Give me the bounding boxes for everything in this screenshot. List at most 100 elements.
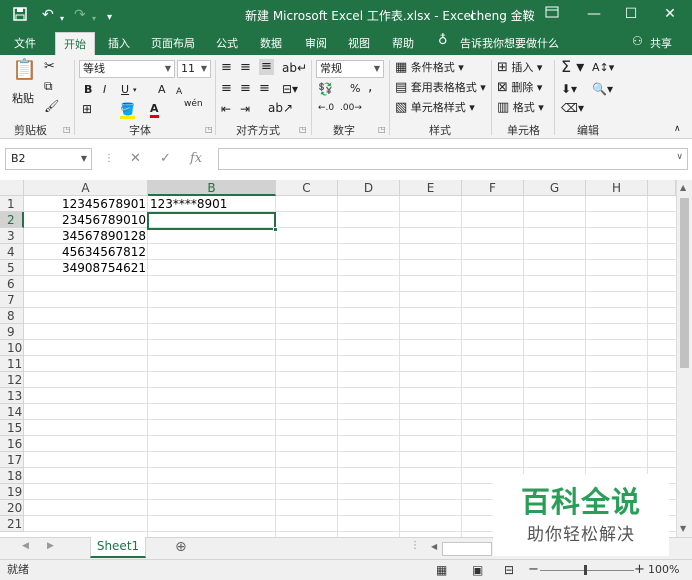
formula-input[interactable]: ∨ — [218, 148, 688, 170]
format-painter-icon[interactable]: 🖌 — [44, 98, 59, 114]
sheet-tab-sheet1[interactable]: Sheet1 — [90, 537, 146, 558]
clipboard-launcher-icon[interactable]: ◳ — [63, 125, 71, 134]
tab-formulas[interactable]: 公式 — [216, 35, 238, 51]
row-header-5[interactable]: 5 — [0, 260, 24, 276]
align-bottom-icon[interactable]: ≡ — [259, 59, 274, 75]
row-header-2[interactable]: 2 — [0, 212, 24, 228]
font-color-button[interactable]: A — [150, 101, 159, 118]
row-header-3[interactable]: 3 — [0, 228, 24, 244]
zoom-slider-thumb[interactable] — [584, 565, 587, 575]
zoom-slider[interactable] — [540, 570, 634, 571]
merge-center-icon[interactable]: ⊟▾ — [282, 81, 298, 97]
insert-cells-button[interactable]: ⊞ 插入 ▾ — [497, 60, 542, 76]
column-header-d[interactable]: D — [338, 180, 400, 196]
close-icon[interactable]: ✕ — [656, 4, 684, 24]
row-header-1[interactable]: 1 — [0, 196, 24, 212]
align-right-icon[interactable]: ≡ — [259, 81, 270, 97]
row-header-8[interactable]: 8 — [0, 308, 24, 324]
row-header-9[interactable]: 9 — [0, 324, 24, 340]
row-header-14[interactable]: 14 — [0, 404, 24, 420]
find-select-icon[interactable]: 🔍▾ — [592, 81, 613, 97]
tell-me-box[interactable]: 告诉我你想要做什么 — [460, 35, 559, 51]
add-sheet-icon[interactable]: ⊕ — [175, 539, 187, 555]
row-header-12[interactable]: 12 — [0, 372, 24, 388]
conditional-format-button[interactable]: ▦ 条件格式 ▾ — [395, 60, 464, 76]
increase-decimal-icon[interactable]: ←.0 — [318, 100, 334, 116]
row-header-6[interactable]: 6 — [0, 276, 24, 292]
column-header-g[interactable]: G — [524, 180, 586, 196]
collapse-ribbon-icon[interactable]: ∧ — [674, 121, 681, 137]
tab-help[interactable]: 帮助 — [392, 35, 414, 51]
tab-insert[interactable]: 插入 — [108, 35, 130, 51]
font-launcher-icon[interactable]: ◳ — [205, 125, 213, 134]
decrease-decimal-icon[interactable]: .00→ — [340, 100, 362, 116]
zoom-out-icon[interactable]: − — [528, 560, 539, 579]
italic-button[interactable]: I — [103, 82, 106, 98]
increase-indent-icon[interactable]: ⇥ — [240, 101, 250, 117]
autosum-icon[interactable]: Σ ▾ — [561, 59, 584, 75]
row-header-4[interactable]: 4 — [0, 244, 24, 260]
page-break-view-icon[interactable]: ⊟ — [504, 561, 514, 580]
row-header-7[interactable]: 7 — [0, 292, 24, 308]
cell-a2[interactable]: 23456789010 — [24, 212, 146, 228]
decrease-indent-icon[interactable]: ⇤ — [221, 101, 231, 117]
horizontal-scrollbar[interactable] — [442, 542, 492, 556]
currency-icon[interactable]: 💱 — [318, 81, 333, 97]
format-as-table-button[interactable]: ▤ 套用表格格式 ▾ — [395, 80, 486, 96]
undo-icon[interactable]: ↶ — [42, 6, 54, 24]
vertical-scrollbar[interactable]: ▲ ▼ — [676, 180, 692, 537]
maximize-icon[interactable]: ☐ — [617, 4, 645, 24]
undo-dropdown-icon[interactable]: ▾ — [60, 10, 64, 28]
column-header-i[interactable] — [648, 180, 676, 196]
clear-icon[interactable]: ⌫▾ — [561, 100, 584, 116]
tab-data[interactable]: 数据 — [260, 35, 282, 51]
selected-cell-b2[interactable] — [147, 212, 278, 232]
column-header-c[interactable]: C — [276, 180, 338, 196]
insert-function-icon[interactable]: fx — [190, 151, 202, 166]
row-header-19[interactable]: 19 — [0, 484, 24, 500]
bold-button[interactable]: B — [84, 82, 92, 98]
row-header-21[interactable]: 21 — [0, 516, 24, 532]
row-header-18[interactable]: 18 — [0, 468, 24, 484]
minimize-icon[interactable]: — — [580, 4, 608, 24]
grow-font-button[interactable]: A — [158, 82, 166, 98]
row-header-15[interactable]: 15 — [0, 420, 24, 436]
zoom-level[interactable]: 100% — [648, 560, 679, 579]
column-header-a[interactable]: A — [24, 180, 148, 196]
paste-button[interactable]: 粘贴 — [12, 91, 34, 107]
cell-a5[interactable]: 34908754621 — [24, 260, 146, 276]
delete-cells-button[interactable]: ⊠ 删除 ▾ — [497, 80, 542, 96]
column-header-e[interactable]: E — [400, 180, 462, 196]
align-top-icon[interactable]: ≡ — [221, 60, 232, 76]
fill-icon[interactable]: ⬇▾ — [561, 81, 577, 97]
phonetic-button[interactable]: wén — [184, 100, 203, 109]
paste-icon[interactable]: 📋 — [12, 59, 37, 79]
cell-b1[interactable]: 123****8901 — [150, 196, 274, 212]
column-header-f[interactable]: F — [462, 180, 524, 196]
zoom-in-icon[interactable]: + — [634, 560, 645, 579]
scroll-up-icon[interactable]: ▲ — [680, 183, 686, 192]
format-cells-button[interactable]: ▥ 格式 ▾ — [497, 100, 544, 116]
scroll-down-icon[interactable]: ▼ — [680, 524, 686, 533]
next-sheet-icon[interactable]: ▶ — [47, 541, 54, 551]
tab-file[interactable]: 文件 — [14, 35, 36, 51]
orientation-icon[interactable]: ab↗ — [268, 100, 293, 116]
scroll-left-icon[interactable]: ◀ — [431, 542, 437, 551]
row-header-13[interactable]: 13 — [0, 388, 24, 404]
comma-button[interactable]: , — [368, 79, 372, 95]
page-layout-view-icon[interactable]: ▣ — [472, 561, 483, 580]
tab-review[interactable]: 审阅 — [305, 35, 327, 51]
normal-view-icon[interactable]: ▦ — [436, 561, 447, 580]
prev-sheet-icon[interactable]: ◀ — [22, 541, 29, 551]
cancel-icon[interactable]: ✕ — [130, 151, 141, 166]
cell-styles-button[interactable]: ▧ 单元格样式 ▾ — [395, 100, 475, 116]
expand-formula-icon[interactable]: ∨ — [676, 152, 683, 162]
row-header-16[interactable]: 16 — [0, 436, 24, 452]
row-header-17[interactable]: 17 — [0, 452, 24, 468]
enter-icon[interactable]: ✓ — [160, 151, 171, 166]
user-name[interactable]: cheng 金鞍 — [470, 7, 535, 24]
alignment-launcher-icon[interactable]: ◳ — [299, 125, 307, 134]
font-name-combo[interactable]: 等线 ▼ — [79, 60, 175, 78]
underline-button[interactable]: U — [121, 82, 129, 98]
fill-handle[interactable] — [273, 227, 278, 232]
